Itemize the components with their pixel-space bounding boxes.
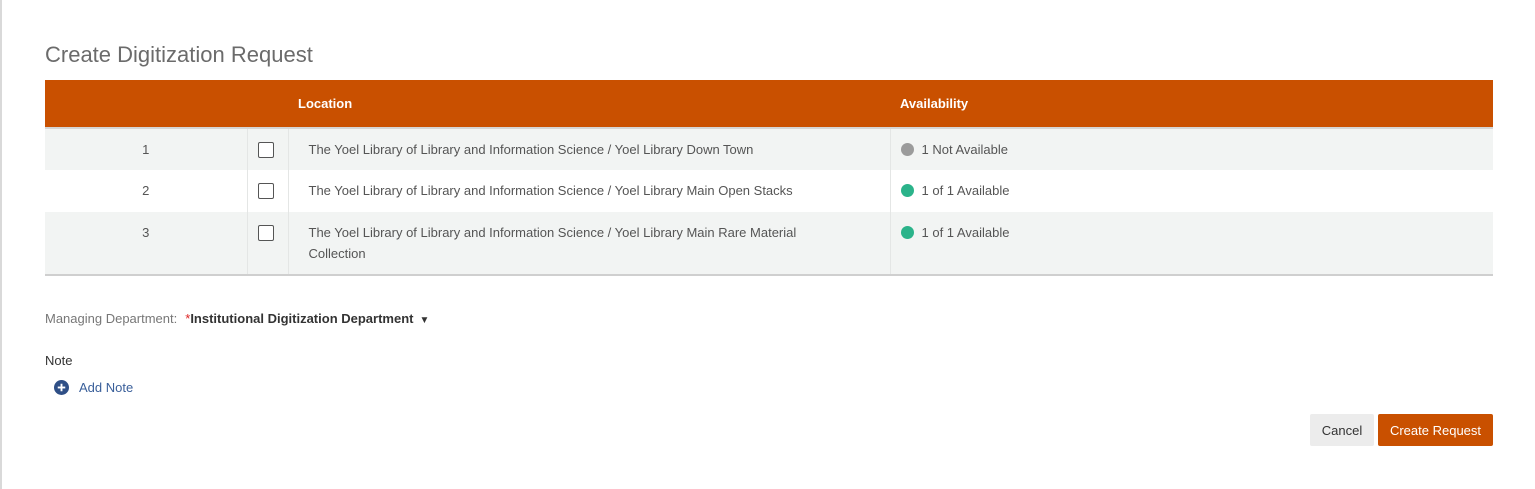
add-note-label: Add Note: [79, 380, 134, 395]
cancel-button[interactable]: Cancel: [1310, 414, 1374, 446]
status-dot-icon: [900, 143, 914, 156]
status-dot-icon: [900, 184, 914, 197]
row-location: The Yoel Library of Library and Informat…: [288, 128, 891, 170]
managing-department-label: Managing Department:: [45, 311, 178, 326]
row-checkbox[interactable]: [257, 183, 274, 199]
header-select: [247, 80, 288, 129]
header-location[interactable]: Location: [288, 80, 890, 129]
add-note-button[interactable]: Add Note: [54, 380, 133, 395]
row-location: The Yoel Library of Library and Informat…: [288, 170, 891, 212]
status-dot-icon: [900, 226, 914, 239]
locations-table: Location Availability 1 The Yoel Library…: [45, 80, 1493, 276]
row-availability: 1 Not Available: [921, 142, 1009, 157]
dialog-title: Create Digitization Request: [45, 42, 313, 67]
table-header-row: Location Availability: [45, 80, 1493, 129]
plus-circle-icon: [54, 380, 69, 395]
window-edge: [0, 0, 2, 489]
header-availability[interactable]: Availability: [890, 80, 1493, 129]
row-index: 1: [45, 128, 248, 170]
caret-down-icon[interactable]: ▼: [419, 315, 429, 326]
row-availability: 1 of 1 Available: [921, 183, 1010, 198]
table-row[interactable]: 3 The Yoel Library of Library and Inform…: [45, 212, 1493, 274]
row-index: 2: [45, 170, 248, 212]
note-label: Note: [45, 353, 73, 368]
header-index: [45, 80, 247, 129]
table-row[interactable]: 2 The Yoel Library of Library and Inform…: [45, 170, 1493, 212]
row-checkbox[interactable]: [257, 225, 274, 241]
managing-department: Managing Department: *Institutional Digit…: [45, 311, 429, 326]
managing-department-select[interactable]: Institutional Digitization Department: [190, 311, 413, 326]
create-request-button[interactable]: Create Request: [1378, 414, 1493, 446]
row-location: The Yoel Library of Library and Informat…: [288, 212, 891, 274]
table-row[interactable]: 1 The Yoel Library of Library and Inform…: [45, 128, 1493, 170]
row-availability: 1 of 1 Available: [921, 225, 1010, 240]
row-index: 3: [45, 212, 248, 274]
row-checkbox[interactable]: [257, 142, 274, 158]
